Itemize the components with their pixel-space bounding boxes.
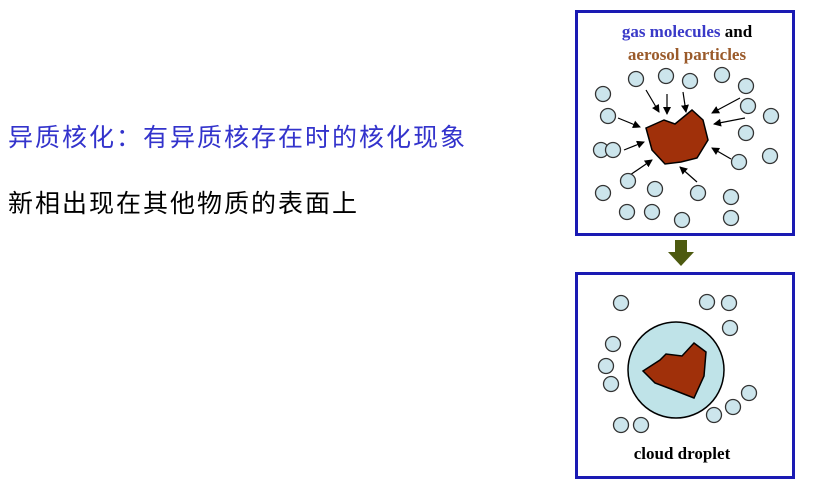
gas-molecule	[689, 184, 707, 202]
gas-molecule	[737, 77, 755, 95]
gas-molecule	[627, 70, 645, 88]
top-panel-title-line1: gas molecules and	[622, 22, 753, 41]
gas-molecule	[619, 172, 637, 190]
gas-molecule	[604, 335, 622, 353]
gas-molecules-label: gas molecules	[622, 22, 721, 41]
gas-molecule	[643, 203, 661, 221]
down-arrow	[668, 240, 694, 266]
gas-molecule	[698, 293, 716, 311]
gas-molecule	[737, 124, 755, 142]
nucleation-diagram: gas molecules and aerosol particles clou…	[575, 10, 795, 479]
gas-molecule	[739, 97, 757, 115]
gas-molecule	[724, 398, 742, 416]
gas-molecule	[713, 66, 731, 84]
gas-molecule	[740, 384, 758, 402]
gas-molecule	[761, 147, 779, 165]
gas-molecule	[594, 184, 612, 202]
gas-molecule	[604, 141, 622, 159]
gas-molecule	[720, 294, 738, 312]
gas-molecule	[594, 85, 612, 103]
gas-molecule	[721, 319, 739, 337]
gas-molecule	[646, 180, 664, 198]
gas-molecule	[597, 357, 615, 375]
aerosol-particles-label: aerosol particles	[628, 45, 747, 64]
gas-molecule	[722, 209, 740, 227]
gas-molecule	[612, 416, 630, 434]
cloud-droplet-caption: cloud droplet	[634, 444, 731, 463]
gas-molecule	[730, 153, 748, 171]
gas-molecule	[722, 188, 740, 206]
gas-molecule	[599, 107, 617, 125]
gas-molecule	[673, 211, 691, 229]
and-label: and	[721, 22, 753, 41]
gas-molecule	[657, 67, 675, 85]
gas-molecule	[602, 375, 620, 393]
gas-molecule	[612, 294, 630, 312]
gas-molecule	[762, 107, 780, 125]
gas-molecule	[632, 416, 650, 434]
gas-molecule	[705, 406, 723, 424]
gas-molecule	[681, 72, 699, 90]
gas-molecule	[618, 203, 636, 221]
